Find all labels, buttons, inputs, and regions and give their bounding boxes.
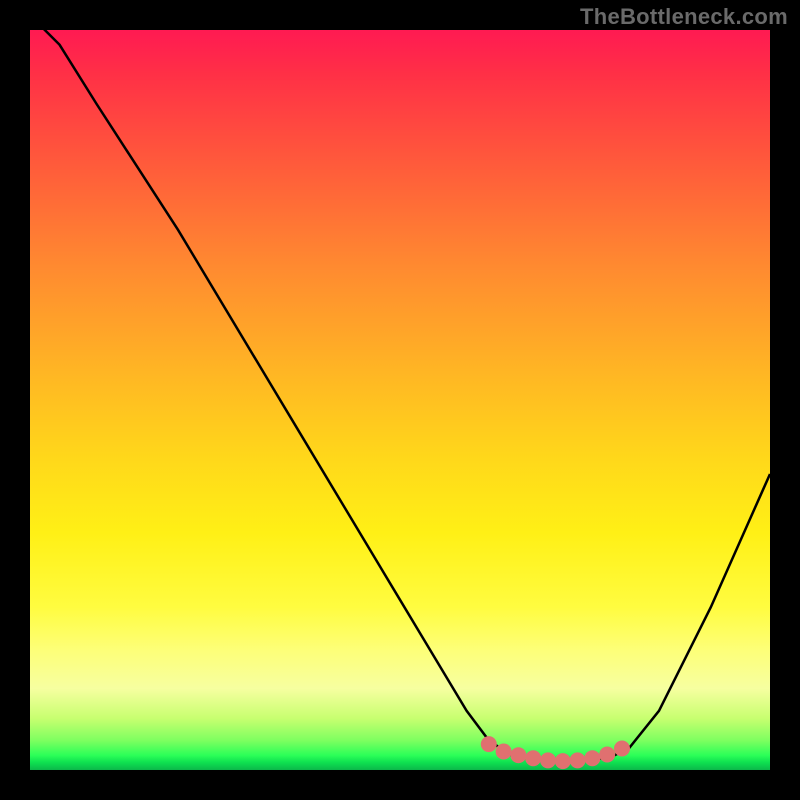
optimum-marker [614, 741, 630, 757]
watermark-text: TheBottleneck.com [580, 4, 788, 30]
optimum-marker [555, 753, 571, 769]
optimum-marker [540, 752, 556, 768]
optimum-marker [599, 747, 615, 763]
optimum-marker [496, 744, 512, 760]
optimum-markers [481, 736, 630, 769]
plot-area [30, 30, 770, 770]
bottleneck-curve [30, 30, 770, 761]
optimum-marker [481, 736, 497, 752]
optimum-marker [584, 750, 600, 766]
optimum-marker [510, 747, 526, 763]
optimum-marker [525, 750, 541, 766]
chart-overlay [30, 30, 770, 770]
optimum-marker [570, 752, 586, 768]
chart-frame: TheBottleneck.com [0, 0, 800, 800]
